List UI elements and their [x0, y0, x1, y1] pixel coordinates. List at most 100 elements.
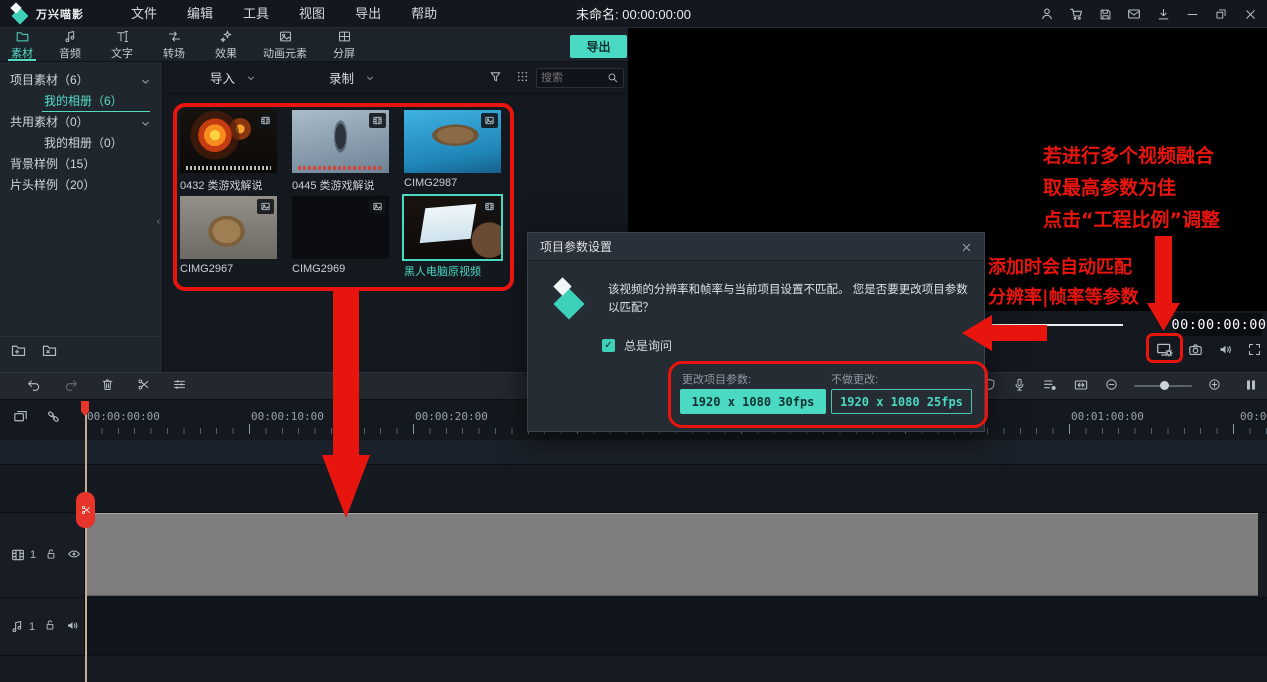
link-clips-icon[interactable]: [45, 408, 62, 428]
record-button[interactable]: 录制: [319, 68, 386, 87]
menu-file[interactable]: 文件: [116, 0, 172, 28]
keep-project-button[interactable]: 1920 x 1080 25fps: [831, 389, 972, 414]
restore-button[interactable]: [1210, 3, 1232, 25]
panel-toggle-icon[interactable]: [1243, 377, 1259, 396]
zoom-out-icon[interactable]: [1104, 377, 1119, 395]
titlebar: 万兴喵影 文件 编辑 工具 视图 导出 帮助 未命名: 00:00:00:00: [0, 0, 1267, 28]
tab-transition[interactable]: 转场: [148, 28, 200, 61]
video-track-header: 1: [0, 513, 85, 597]
tree-item-background-samples[interactable]: 背景样例（15）: [0, 154, 162, 175]
tree-footer: [0, 336, 162, 366]
download-icon[interactable]: [1152, 3, 1174, 25]
chevron-down-icon[interactable]: [245, 72, 257, 84]
timeline-zoom-slider[interactable]: [1134, 385, 1192, 387]
store-cart-icon[interactable]: [1065, 3, 1087, 25]
snapshot-camera-icon[interactable]: [1187, 341, 1204, 361]
change-params-label: 更改项目参数:: [682, 371, 751, 387]
audio-track-icon: [10, 619, 25, 634]
zoom-in-icon[interactable]: [1207, 377, 1222, 395]
menubar: 文件 编辑 工具 视图 导出 帮助: [116, 0, 452, 28]
search-input[interactable]: [537, 72, 606, 84]
manage-tracks-icon[interactable]: [12, 408, 29, 428]
delete-icon[interactable]: [100, 377, 115, 395]
project-settings-icon[interactable]: [1155, 340, 1174, 362]
ruler-label: 00:00:10:00: [251, 410, 324, 423]
fit-timeline-icon[interactable]: [1073, 377, 1089, 396]
tab-splitscreen[interactable]: 分屏: [318, 28, 370, 61]
media-item[interactable]: CIMG2967: [180, 196, 277, 275]
always-ask-checkbox[interactable]: ✓ 总是询问: [602, 337, 672, 354]
render-queue-icon[interactable]: [1042, 377, 1058, 396]
asset-tabbar: 素材 音频 文字 转场 效果 动画元素 分屏: [0, 28, 628, 62]
collapse-panel-icon[interactable]: [154, 210, 163, 232]
media-item[interactable]: CIMG2987: [404, 110, 501, 189]
media-item[interactable]: CIMG2969: [292, 196, 389, 275]
audio-track-header: 1: [0, 598, 85, 655]
lock-track-icon[interactable]: [43, 618, 57, 635]
mute-track-icon[interactable]: [65, 618, 80, 636]
video-clip[interactable]: [85, 513, 1258, 596]
playhead-line[interactable]: [85, 402, 87, 682]
adjust-icon[interactable]: [172, 377, 187, 395]
app-name: 万兴喵影: [36, 6, 84, 22]
search-icon[interactable]: [606, 71, 623, 84]
add-folder-icon[interactable]: [10, 342, 27, 362]
image-badge-icon: [481, 113, 498, 128]
tree-item-intro-samples[interactable]: 片头样例（20）: [0, 175, 162, 196]
image-badge-icon: [257, 199, 274, 214]
ruler-label: 00:00:20:00: [415, 410, 488, 423]
export-button[interactable]: 导出: [570, 35, 627, 58]
undo-icon[interactable]: [26, 377, 42, 396]
toggle-visibility-eye-icon[interactable]: [66, 546, 82, 565]
split-scissors-icon[interactable]: [136, 377, 151, 395]
dialog-close-icon[interactable]: [956, 237, 976, 257]
tree-item-shared-media[interactable]: 共用素材（0）: [0, 112, 162, 133]
match-project-button[interactable]: 1920 x 1080 30fps: [680, 389, 826, 414]
lock-track-icon[interactable]: [44, 547, 58, 564]
dialog-titlebar: 项目参数设置: [528, 233, 984, 261]
fullscreen-icon[interactable]: [1247, 342, 1262, 360]
tab-media[interactable]: 素材: [0, 28, 44, 61]
view-grid-icon[interactable]: [515, 69, 530, 87]
account-icon[interactable]: [1036, 3, 1058, 25]
checkbox-checked-icon[interactable]: ✓: [602, 339, 615, 352]
tree-item-project-media[interactable]: 项目素材（6）: [0, 70, 162, 91]
save-icon[interactable]: [1094, 3, 1116, 25]
menu-tools[interactable]: 工具: [228, 0, 284, 28]
film-badge-icon: [369, 113, 386, 128]
tab-elements[interactable]: 动画元素: [252, 28, 318, 61]
playhead-scissors-handle[interactable]: [76, 492, 95, 528]
tab-text[interactable]: 文字: [96, 28, 148, 61]
app-logo-icon: [8, 3, 34, 25]
feedback-mail-icon[interactable]: [1123, 3, 1145, 25]
menu-export[interactable]: 导出: [340, 0, 396, 28]
dialog-message: 该视频的分辨率和帧率与当前项目设置不匹配。 您是否要更改项目参数 以匹配？: [608, 281, 974, 317]
search-box: [536, 68, 624, 88]
menu-view[interactable]: 视图: [284, 0, 340, 28]
film-badge-icon: [257, 113, 274, 128]
filmora-logo-icon: [550, 277, 594, 321]
menu-help[interactable]: 帮助: [396, 0, 452, 28]
redo-icon[interactable]: [63, 377, 79, 396]
filmora-app-window: 万兴喵影 文件 编辑 工具 视图 导出 帮助 未命名: 00:00:00:00 …: [0, 0, 1267, 682]
slider-knob[interactable]: [1160, 381, 1169, 390]
window-controls: [1036, 0, 1261, 28]
voiceover-mic-icon[interactable]: [1012, 377, 1027, 395]
tab-audio[interactable]: 音频: [44, 28, 96, 61]
tree-item-my-album-shared[interactable]: 我的相册（0）: [0, 133, 162, 154]
media-item[interactable]: 0432 类游戏解说: [180, 110, 277, 193]
film-badge-icon: [481, 199, 498, 214]
media-toolbar: 导入 录制: [164, 62, 628, 94]
chevron-down-icon[interactable]: [364, 72, 376, 84]
minimize-button[interactable]: [1181, 3, 1203, 25]
delete-folder-icon[interactable]: [41, 342, 58, 362]
media-item[interactable]: 0445 类游戏解说: [292, 110, 389, 193]
filter-icon[interactable]: [488, 69, 503, 87]
tab-effects[interactable]: 效果: [200, 28, 252, 61]
import-button[interactable]: 导入: [200, 68, 267, 87]
close-button[interactable]: [1239, 3, 1261, 25]
volume-icon[interactable]: [1217, 341, 1234, 361]
tree-item-my-album-project[interactable]: 我的相册（6）: [0, 91, 162, 112]
menu-edit[interactable]: 编辑: [172, 0, 228, 28]
media-item-selected[interactable]: 黑人电脑原视频: [404, 196, 501, 279]
